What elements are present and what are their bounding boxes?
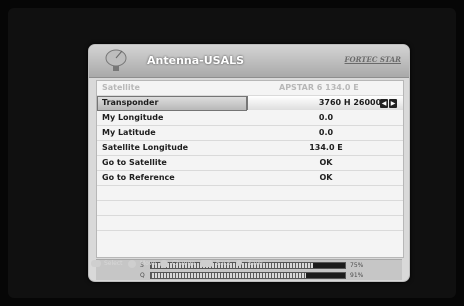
satellite-row: Satellite APSTAR 6 134.0 E [97,81,403,95]
go-to-reference-label: Go to Reference [102,173,175,182]
row-divider [97,230,403,231]
go-to-satellite-row[interactable]: Go to Satellite OK [97,156,403,170]
row-divider [97,215,403,216]
back-hint: Back [216,260,231,267]
save-key-icon [236,260,242,266]
change-hint: Change [172,260,195,267]
left-right-arrows[interactable]: ◀ ▶ [379,98,399,108]
satellite-label: Satellite [102,83,140,92]
brand-logo: FORTEC STAR [344,55,401,64]
quality-label: Q [140,272,145,279]
satellite-value: APSTAR 6 134.0 E [279,83,359,92]
select-hint: Select [104,260,123,267]
key-hints-bar: Select Move Change Back Save [88,258,408,272]
quality-bar [150,272,346,279]
transponder-label: Transponder [102,98,159,107]
signal-quality: Q 91% [96,271,402,280]
row-divider [97,185,403,186]
go-to-reference-value[interactable]: OK [283,173,369,182]
row-divider [97,200,403,201]
my-latitude-row[interactable]: My Latitude 0.0 [97,126,403,140]
antenna-usals-panel: Antenna-USALS FORTEC STAR Satellite APST… [88,44,410,282]
updown-key-icon [128,260,136,268]
panel-header: Antenna-USALS FORTEC STAR [89,45,409,78]
go-to-satellite-label: Go to Satellite [102,158,167,167]
satellite-dish-icon [105,49,127,71]
go-to-satellite-value[interactable]: OK [283,158,369,167]
exit-key-icon [200,260,213,267]
transponder-row[interactable]: Transponder 3760 H 26000 ◀ ▶ [97,96,403,111]
save-hint: Save [248,260,263,267]
my-longitude-label: My Longitude [102,113,164,122]
settings-list: Satellite APSTAR 6 134.0 E Transponder 3… [96,80,404,258]
page-title: Antenna-USALS [147,54,245,67]
satellite-longitude-label: Satellite Longitude [102,143,189,152]
ok-key-icon [91,260,101,267]
satellite-longitude-value[interactable]: 134.0 E [283,143,369,152]
leftright-key-icon [160,260,168,268]
my-latitude-label: My Latitude [102,128,156,137]
go-to-reference-row[interactable]: Go to Reference OK [97,171,403,185]
right-arrow-icon[interactable]: ▶ [389,99,397,108]
quality-percent: 91% [350,272,364,279]
satellite-longitude-row[interactable]: Satellite Longitude 134.0 E [97,141,403,155]
left-arrow-icon[interactable]: ◀ [380,99,388,108]
move-hint: Move [140,260,157,267]
my-latitude-value[interactable]: 0.0 [283,128,369,137]
quality-bar-fill [306,273,345,278]
my-longitude-row[interactable]: My Longitude 0.0 [97,111,403,125]
my-longitude-value[interactable]: 0.0 [283,113,369,122]
